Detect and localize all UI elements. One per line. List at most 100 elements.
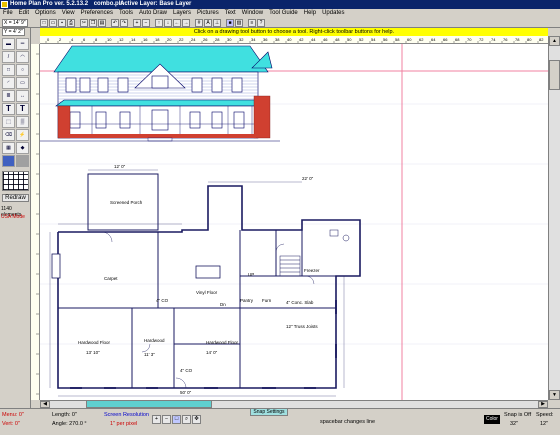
ruler-tick-label: 6 (83, 37, 86, 42)
zoom-fit-icon[interactable]: □ (172, 415, 181, 424)
ruler-tick-label: 44 (311, 37, 316, 42)
app-icon[interactable] (1, 1, 8, 8)
dimension-tool-icon[interactable]: ↔ (16, 90, 29, 102)
double-wall-tool-icon[interactable]: ═ (16, 38, 29, 50)
big-text-tool-icon[interactable]: T (16, 103, 29, 115)
zoom-out-icon[interactable]: − (142, 19, 150, 27)
bottom-tool-strip (86, 400, 212, 408)
redraw-button[interactable]: Redraw (2, 194, 29, 202)
shape-tool-icon[interactable]: ◆ (16, 142, 29, 154)
porch-roof (55, 99, 263, 107)
measure-icon[interactable]: ⊥ (213, 19, 221, 27)
ruler-tick-label: 28 (215, 37, 220, 42)
ruler-tick-label: 78 (515, 37, 520, 42)
window-tool-icon[interactable]: ▭ (16, 77, 29, 89)
grid-selector[interactable] (2, 171, 29, 191)
scroll-right-icon[interactable]: ▶ (538, 401, 548, 408)
y-coordinate: Y = 4' 2" (2, 28, 25, 36)
color-button[interactable]: Color (484, 415, 500, 424)
color-swatch-icon[interactable] (2, 155, 15, 167)
left-ruler (31, 44, 40, 400)
text-tool-icon[interactable]: T (2, 103, 15, 115)
print-icon[interactable]: ⎙ (67, 19, 75, 27)
menu-pictures[interactable]: Pictures (194, 9, 222, 18)
electrical-tool-icon[interactable]: ⚡ (16, 129, 29, 141)
menu-layers[interactable]: Layers (170, 9, 194, 18)
vert-position: Vert: 0" (2, 421, 20, 427)
menu-help[interactable]: Help (301, 9, 319, 18)
menu-auto-draw[interactable]: Auto Draw (136, 9, 170, 18)
menu-updates[interactable]: Updates (319, 9, 347, 18)
circle-tool-icon[interactable]: ○ (16, 64, 29, 76)
paste-icon[interactable]: ▤ (98, 19, 106, 27)
zoom-in-icon[interactable]: + (133, 19, 141, 27)
ruler-tick-label: 8 (95, 37, 98, 42)
pan-icon[interactable]: ✥ (192, 415, 201, 424)
menu-tool-guide[interactable]: Tool Guide (266, 9, 301, 18)
ruler-tick-label: 74 (491, 37, 496, 42)
menu-text[interactable]: Text (222, 9, 239, 18)
open-icon[interactable]: ▭ (49, 19, 57, 27)
cut-icon[interactable]: ✂ (80, 19, 88, 27)
fill-icon[interactable]: ▨ (235, 19, 243, 27)
door-tool-icon[interactable]: ◜ (2, 77, 15, 89)
pan-left-icon[interactable]: ← (173, 19, 181, 27)
snap-settings-button[interactable]: Snap Settings (250, 408, 288, 416)
ruler-tick-label: 38 (275, 37, 280, 42)
scroll-down-icon[interactable]: ▼ (549, 390, 560, 400)
label-freezer: Freezer (304, 268, 320, 273)
color-icon[interactable]: ■ (226, 19, 234, 27)
mode-label: USA Mode (1, 214, 25, 220)
new-icon[interactable]: □ (40, 19, 48, 27)
hint-bar: Click on a drawing tool button to choose… (40, 28, 548, 36)
menu-preferences[interactable]: Preferences (78, 9, 116, 18)
ruler-tick-label: 0 (47, 37, 50, 42)
fill-tool-icon[interactable]: ▒ (16, 116, 29, 128)
scroll-thumb[interactable] (549, 60, 560, 90)
drawing-canvas[interactable]: Screened Porch Carpet Vinyl Floor Hardwo… (40, 44, 548, 400)
grid-icon[interactable]: # (195, 19, 203, 27)
ruler-tick-label: 30 (227, 37, 232, 42)
pan-right-icon[interactable]: → (182, 19, 190, 27)
menu-tools[interactable]: Tools (116, 9, 136, 18)
eraser-tool-icon[interactable]: ⌫ (2, 129, 15, 141)
pattern-swatch-icon[interactable] (16, 155, 29, 167)
rect-tool-icon[interactable]: □ (2, 64, 15, 76)
layer-icon[interactable]: ≡ (248, 19, 256, 27)
label-hardwood-floor-right: Hardwood Floor (206, 340, 239, 345)
select-tool-icon[interactable]: ⬚ (2, 116, 15, 128)
redo-icon[interactable]: ↷ (120, 19, 128, 27)
arc-tool-icon[interactable]: ◠ (16, 51, 29, 63)
text-icon[interactable]: A (204, 19, 212, 27)
pan-up-icon[interactable]: ↑ (155, 19, 163, 27)
foundation-brick (60, 134, 256, 138)
cabinet-tool-icon[interactable]: ▦ (2, 142, 15, 154)
stairs-tool-icon[interactable]: ≣ (2, 90, 15, 102)
ruler-tick-label: 68 (455, 37, 460, 42)
wall-tool-icon[interactable]: ▬ (2, 38, 15, 50)
copy-icon[interactable]: ❐ (89, 19, 97, 27)
save-icon[interactable]: ▪ (58, 19, 66, 27)
line-tool-icon[interactable]: / (2, 51, 15, 63)
zoom-out-status-icon[interactable]: − (162, 415, 171, 424)
label-truss-joists: 12" Truss Joists (286, 324, 318, 329)
label-up: UP (248, 272, 254, 277)
ruler-tick-label: 50 (347, 37, 352, 42)
scroll-left-icon[interactable]: ◀ (40, 401, 50, 408)
zoom-in-status-icon[interactable]: + (152, 415, 161, 424)
ruler-tick-label: 82 (539, 37, 544, 42)
menu-edit[interactable]: Edit (16, 9, 32, 18)
vertical-scrollbar[interactable]: ▲ ▼ (548, 36, 560, 400)
menu-view[interactable]: View (59, 9, 78, 18)
menu-file[interactable]: File (0, 9, 16, 18)
ruler-tick-label: 32 (239, 37, 244, 42)
pan-down-icon[interactable]: ↓ (164, 19, 172, 27)
help-icon[interactable]: ? (257, 19, 265, 27)
menu-window[interactable]: Window (239, 9, 266, 18)
ruler-tick-label: 52 (359, 37, 364, 42)
menu-options[interactable]: Options (32, 9, 59, 18)
scroll-up-icon[interactable]: ▲ (549, 36, 560, 46)
snap-status: Snap is Off (504, 412, 532, 418)
magnify-icon[interactable]: ⌕ (182, 415, 191, 424)
undo-icon[interactable]: ↶ (111, 19, 119, 27)
